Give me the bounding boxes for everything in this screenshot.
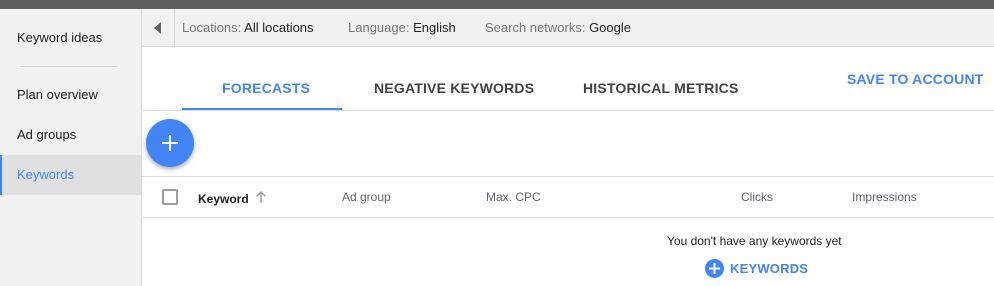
filter-bar: Locations: All locations Language: Engli… (142, 9, 994, 47)
tab-forecasts[interactable]: FORECASTS (222, 80, 310, 96)
add-keywords-label: KEYWORDS (730, 260, 809, 276)
plus-circle-icon (705, 258, 724, 278)
locations-label: Locations: (182, 20, 242, 35)
language-label: Language: (348, 20, 410, 35)
column-header-impressions[interactable]: Impressions (852, 190, 917, 204)
language-filter[interactable]: Language: English (348, 20, 456, 35)
add-keywords-button[interactable]: KEYWORDS (705, 258, 808, 278)
sidebar-item-plan-overview[interactable]: Plan overview (0, 75, 141, 115)
language-value: English (413, 20, 456, 35)
add-fab-button[interactable] (146, 119, 194, 167)
networks-label: Search networks: (485, 20, 586, 35)
arrow-up-icon[interactable] (255, 190, 267, 204)
active-tab-indicator (182, 108, 342, 110)
column-header-ad-group[interactable]: Ad group (342, 190, 391, 204)
plus-icon (162, 135, 178, 151)
sidebar-item-ad-groups[interactable]: Ad groups (0, 115, 141, 155)
tab-bar: FORECASTS NEGATIVE KEYWORDS HISTORICAL M… (142, 47, 994, 111)
triangle-left-icon (154, 21, 161, 34)
table-header: Keyword Ad group Max. CPC Clicks Impress… (142, 176, 994, 218)
sidebar: Keyword ideas Plan overview Ad groups Ke… (0, 9, 142, 286)
save-to-account-button[interactable]: SAVE TO ACCOUNT (847, 71, 984, 87)
sidebar-divider (20, 66, 117, 67)
top-bar (0, 0, 994, 9)
tab-historical-metrics[interactable]: HISTORICAL METRICS (583, 80, 739, 96)
sidebar-item-keyword-ideas[interactable]: Keyword ideas (0, 18, 141, 58)
column-header-keyword[interactable]: Keyword (198, 192, 249, 206)
collapse-sidebar-button[interactable] (142, 9, 175, 46)
empty-state-message: You don't have any keywords yet (667, 234, 842, 248)
locations-filter[interactable]: Locations: All locations (182, 20, 314, 35)
networks-value: Google (589, 20, 631, 35)
sidebar-item-keywords[interactable]: Keywords (0, 155, 141, 195)
networks-filter[interactable]: Search networks: Google (485, 20, 631, 35)
column-header-max-cpc[interactable]: Max. CPC (486, 190, 541, 204)
locations-value: All locations (244, 20, 314, 35)
select-all-checkbox[interactable] (162, 189, 178, 205)
tab-negative-keywords[interactable]: NEGATIVE KEYWORDS (374, 80, 534, 96)
column-header-clicks[interactable]: Clicks (741, 190, 773, 204)
